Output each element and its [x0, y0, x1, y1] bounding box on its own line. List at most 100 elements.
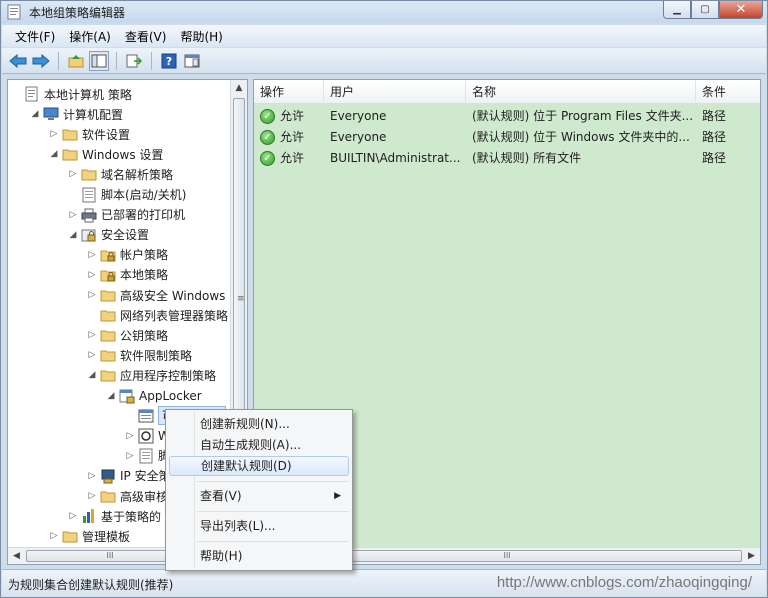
- tree-item[interactable]: ▷ 基于策略的 Q: [67, 506, 174, 526]
- menu-action[interactable]: 操作(A): [62, 26, 118, 47]
- rule-action: 允许: [280, 151, 305, 165]
- up-one-level-button[interactable]: [66, 51, 86, 71]
- toolbar-separator: [116, 51, 117, 70]
- title-bar[interactable]: 本地组策略编辑器 ▁ ▢ ✕: [1, 1, 767, 23]
- minimize-icon: ▁: [673, 4, 681, 15]
- rule-condition: 路径: [702, 151, 727, 165]
- rule-row[interactable]: ✓ 允许 Everyone (默认规则) 位于 Windows 文件夹中的... 路径: [254, 127, 760, 148]
- context-menu-item[interactable]: 帮助(H): [169, 546, 349, 566]
- rule-condition: 路径: [702, 130, 727, 144]
- minimize-button[interactable]: ▁: [663, 1, 691, 19]
- tree-item-label: 计算机配置: [63, 107, 124, 122]
- computer-policy-icon: [24, 86, 40, 102]
- menu-view[interactable]: 查看(V): [118, 26, 174, 47]
- watermark-url: http://www.cnblogs.com/zhaoqingqing/: [496, 574, 752, 591]
- tree-item[interactable]: ▷ 软件限制策略: [86, 345, 192, 365]
- tree-item[interactable]: ◢ 应用程序控制策略: [86, 365, 216, 385]
- column-header-user[interactable]: 用户: [324, 80, 466, 104]
- column-header-condition[interactable]: 条件: [696, 80, 760, 104]
- tree-item[interactable]: 本地计算机 策略: [10, 84, 132, 104]
- close-button[interactable]: ✕: [719, 1, 763, 19]
- scroll-up-icon[interactable]: ▲: [231, 80, 247, 97]
- help-button[interactable]: ?: [159, 51, 179, 71]
- rule-user: BUILTIN\Administrat...: [330, 151, 461, 165]
- expand-arrow-icon[interactable]: ▷: [48, 129, 60, 139]
- back-button[interactable]: [8, 51, 28, 71]
- tree-item[interactable]: 网络列表管理器策略: [86, 305, 228, 325]
- tree-item[interactable]: 脚本(启动/关机): [67, 185, 186, 205]
- rule-row[interactable]: ✓ 允许 BUILTIN\Administrat... (默认规则) 所有文件 路径: [254, 148, 760, 169]
- expand-arrow-icon[interactable]: ▷: [86, 471, 98, 481]
- tree-item[interactable]: ▷ 管理模板: [48, 526, 130, 546]
- column-header-action[interactable]: 操作: [254, 80, 324, 104]
- tree-item[interactable]: ▷ 帐户策略: [86, 245, 168, 265]
- grip-icon: ≡: [237, 294, 245, 304]
- folder-icon: [62, 146, 78, 162]
- scroll-right-icon[interactable]: ▶: [743, 548, 760, 564]
- toolbar-separator: [58, 51, 59, 70]
- expand-arrow-icon[interactable]: ▷: [86, 270, 98, 280]
- expand-arrow-icon[interactable]: ▷: [67, 169, 79, 179]
- maximize-button[interactable]: ▢: [691, 1, 719, 19]
- folder-icon: [100, 367, 116, 383]
- status-bar: 为规则集合创建默认规则(推荐) http://www.cnblogs.com/z…: [2, 569, 766, 597]
- context-menu-item[interactable]: 查看(V) ▶: [169, 486, 349, 506]
- folder-icon: [100, 347, 116, 363]
- caption-buttons: ▁ ▢ ✕: [663, 1, 763, 21]
- show-tree-icon: [91, 54, 107, 67]
- tree-item-label: 本地策略: [120, 268, 169, 283]
- context-menu: 创建新规则(N)... 自动生成规则(A)... 创建默认规则(D) 查看(V) ▶ 导出…: [165, 409, 353, 571]
- menu-help[interactable]: 帮助(H): [173, 26, 229, 47]
- expand-arrow-icon[interactable]: ▷: [86, 250, 98, 260]
- rule-row[interactable]: ✓ 允许 Everyone (默认规则) 位于 Program Files 文件夹..…: [254, 106, 760, 127]
- expand-arrow-icon[interactable]: ▷: [86, 290, 98, 300]
- context-menu-item[interactable]: 创建新规则(N)...: [169, 414, 349, 434]
- show-hide-tree-button[interactable]: [89, 50, 109, 71]
- expand-arrow-icon[interactable]: ▷: [124, 451, 136, 461]
- expand-arrow-icon[interactable]: ▷: [124, 431, 136, 441]
- context-menu-item[interactable]: 导出列表(L)...: [169, 516, 349, 536]
- forward-button[interactable]: [31, 51, 51, 71]
- tree-item-label: 管理模板: [82, 529, 131, 544]
- tree-item[interactable]: ◢ 计算机配置: [29, 104, 123, 124]
- allow-check-icon: ✓: [260, 130, 275, 145]
- tree-item[interactable]: ◢ 安全设置: [67, 225, 149, 245]
- properties-view-button[interactable]: [182, 51, 202, 71]
- menu-separator: [197, 511, 349, 512]
- menu-file[interactable]: 文件(F): [8, 26, 62, 47]
- back-arrow-icon: [9, 53, 27, 68]
- expand-arrow-icon[interactable]: ▷: [86, 350, 98, 360]
- expand-arrow-icon[interactable]: ▷: [86, 491, 98, 501]
- export-list-button[interactable]: [124, 51, 144, 71]
- forward-arrow-icon: [32, 53, 50, 68]
- scroll-left-icon[interactable]: ◀: [8, 548, 25, 564]
- folder-icon: [62, 528, 78, 544]
- window-title: 本地组策略编辑器: [29, 6, 126, 20]
- tree-item[interactable]: ▷ 软件设置: [48, 124, 130, 144]
- expand-arrow-icon[interactable]: ▷: [67, 511, 79, 521]
- rules-icon: [138, 408, 154, 424]
- tree-item[interactable]: ▷ 本地策略: [86, 265, 168, 285]
- rule-name: (默认规则) 位于 Windows 文件夹中的...: [472, 130, 690, 144]
- collapse-arrow-icon[interactable]: ◢: [105, 391, 117, 401]
- tree-item-label: 网络列表管理器策略: [120, 308, 229, 323]
- collapse-arrow-icon[interactable]: ◢: [29, 109, 41, 119]
- expand-arrow-icon[interactable]: ▷: [48, 531, 60, 541]
- expand-arrow-icon[interactable]: ▷: [67, 210, 79, 220]
- rule-action: 允许: [280, 109, 305, 123]
- column-header-name[interactable]: 名称: [466, 80, 696, 104]
- tree-item[interactable]: ▷ 公钥策略: [86, 325, 168, 345]
- expand-arrow-icon[interactable]: ▷: [86, 330, 98, 340]
- tree-item-label: 软件设置: [82, 127, 131, 142]
- tree-item[interactable]: ▷ 高级安全 Windows 防: [86, 285, 242, 305]
- tree-item[interactable]: ◢ AppLocker: [105, 386, 202, 406]
- tree-item[interactable]: ▷ 域名解析策略: [67, 164, 173, 184]
- qos-chart-icon: [81, 508, 97, 524]
- context-menu-item[interactable]: 创建默认规则(D): [169, 456, 349, 476]
- collapse-arrow-icon[interactable]: ◢: [67, 230, 79, 240]
- tree-item[interactable]: ◢ Windows 设置: [48, 144, 164, 164]
- tree-item[interactable]: ▷ 已部署的打印机: [67, 205, 185, 225]
- context-menu-item[interactable]: 自动生成规则(A)...: [169, 435, 349, 455]
- collapse-arrow-icon[interactable]: ◢: [48, 149, 60, 159]
- collapse-arrow-icon[interactable]: ◢: [86, 370, 98, 380]
